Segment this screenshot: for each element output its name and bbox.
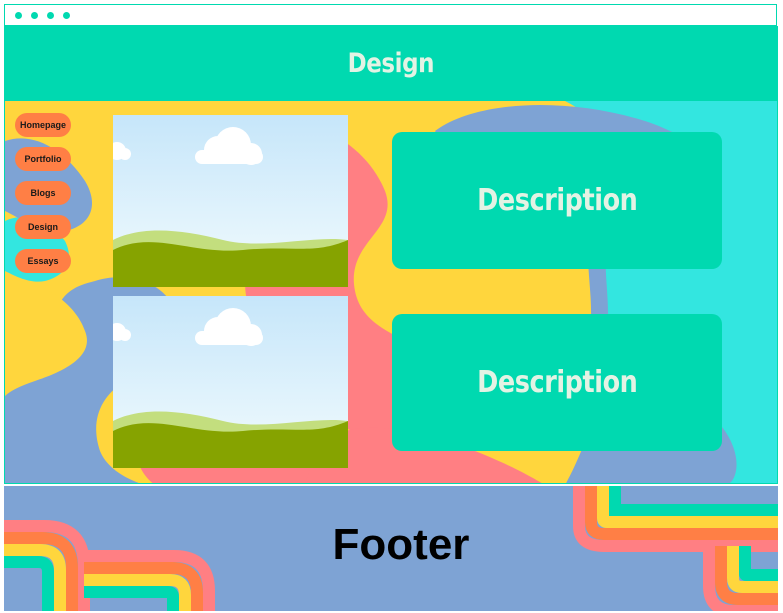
header: Design bbox=[4, 26, 778, 100]
footer: Footer bbox=[4, 486, 778, 611]
window-dot-icon[interactable] bbox=[31, 12, 38, 19]
window-dot-icon[interactable] bbox=[47, 12, 54, 19]
nav-item-portfolio[interactable]: Portfolio bbox=[15, 147, 71, 171]
page: Design Homepage Portfolio Blogs Design E… bbox=[0, 0, 783, 613]
footer-text: Footer bbox=[332, 520, 470, 569]
description-card[interactable]: Description bbox=[392, 132, 722, 269]
nav-item-label: Blogs bbox=[30, 188, 56, 198]
nav-item-label: Homepage bbox=[19, 120, 66, 130]
nav-item-label: Portfolio bbox=[24, 154, 62, 164]
landscape-image-placeholder-icon bbox=[113, 115, 348, 287]
description-card[interactable]: Description bbox=[392, 314, 722, 451]
browser-bar bbox=[4, 4, 777, 26]
nav-item-homepage[interactable]: Homepage bbox=[15, 113, 71, 137]
nav-item-label: Design bbox=[27, 222, 58, 232]
sidebar-nav: Homepage Portfolio Blogs Design Essays bbox=[15, 113, 71, 283]
page-title: Design bbox=[347, 47, 435, 79]
description-text: Description bbox=[476, 365, 638, 400]
description-text: Description bbox=[476, 183, 638, 218]
nav-item-label: Essays bbox=[27, 256, 59, 266]
nav-item-essays[interactable]: Essays bbox=[15, 249, 71, 273]
nav-item-blogs[interactable]: Blogs bbox=[15, 181, 71, 205]
window-dot-icon[interactable] bbox=[15, 12, 22, 19]
window-dot-icon[interactable] bbox=[63, 12, 70, 19]
window-controls bbox=[15, 12, 79, 19]
landscape-image-placeholder-icon bbox=[113, 296, 348, 468]
main-content: Homepage Portfolio Blogs Design Essays D… bbox=[4, 100, 778, 484]
nav-item-design[interactable]: Design bbox=[15, 215, 71, 239]
